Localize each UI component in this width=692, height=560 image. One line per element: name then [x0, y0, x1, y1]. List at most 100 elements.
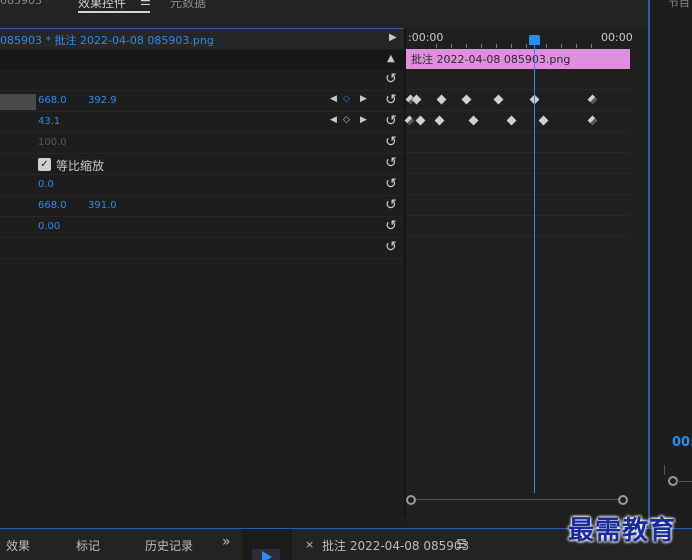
scale-width-row: 100.0 ↺	[0, 133, 404, 154]
reset-icon[interactable]: ↺	[383, 155, 399, 171]
tab-metadata[interactable]: 元数据	[170, 0, 206, 11]
timeline-row	[406, 153, 630, 174]
watermark-logo: 最需教育	[568, 516, 677, 546]
tabs-overflow-icon[interactable]: »	[222, 534, 231, 550]
anchor-x-value[interactable]: 668.0	[38, 200, 67, 211]
uniform-scale-checkbox[interactable]: ✓	[38, 158, 51, 171]
ruler-tick	[496, 44, 497, 48]
keyframe-diamond[interactable]	[538, 115, 549, 126]
next-keyframe-icon[interactable]: ▶	[360, 94, 367, 104]
program-zoom-track	[676, 481, 692, 482]
keyframe-diamond[interactable]	[411, 94, 422, 105]
close-sequence-icon[interactable]: ×	[305, 538, 314, 551]
scrollbar-right-handle[interactable]	[618, 495, 628, 505]
program-scrub-tick	[664, 465, 665, 475]
reset-icon[interactable]: ↺	[383, 197, 399, 213]
anchor-point-row: 668.0 391.0 ↺	[0, 196, 404, 217]
program-timecode[interactable]: 00:	[672, 435, 692, 450]
video-effects-header: ▲	[0, 50, 404, 70]
property-row: ↺	[0, 70, 404, 91]
keyframe-diamond[interactable]	[461, 94, 472, 105]
timeline-row	[406, 69, 630, 90]
position-row: 668.0 392.9 ◀ ◇ ▶ ↺	[0, 91, 404, 112]
keyframe-diamond[interactable]	[415, 115, 426, 126]
ruler-start-time: :00:00	[408, 31, 444, 44]
program-monitor-panel: 节目 00:	[648, 0, 692, 528]
source-clip-label[interactable]: 085903 * 批注 2022-04-08 085903.png	[0, 32, 214, 48]
scroll-up-caret-icon[interactable]: ▲	[387, 53, 395, 64]
property-name-highlight	[0, 94, 36, 110]
reset-icon[interactable]: ↺	[383, 92, 399, 108]
position-y-value[interactable]: 392.9	[88, 95, 117, 106]
keyframe-diamond[interactable]	[506, 115, 517, 126]
ruler-tick	[546, 44, 547, 48]
anchor-y-value[interactable]: 391.0	[88, 200, 117, 211]
sequence-menu-icon[interactable]: ☰	[456, 537, 467, 551]
add-keyframe-icon[interactable]: ◇	[343, 115, 350, 125]
ruler-tick	[481, 44, 482, 48]
keyframe-diamond[interactable]	[493, 94, 504, 105]
active-tab-underline	[78, 11, 150, 13]
keyframe-diamond[interactable]	[468, 115, 479, 126]
playhead-handle[interactable]	[529, 35, 540, 45]
panel-tab-bar: 085903 效果控件 ☰ 元数据	[0, 0, 650, 28]
tab-sequence[interactable]: 批注 2022-04-08 085903	[322, 537, 469, 554]
clip-name-label: 085903	[0, 0, 42, 7]
show-timeline-arrow-icon[interactable]: ▶	[389, 32, 397, 43]
ruler-tick	[576, 44, 577, 48]
tab-history[interactable]: 历史记录	[145, 537, 193, 554]
property-row: ↺	[0, 238, 404, 259]
scale-keyframe-row	[404, 111, 630, 132]
reset-icon[interactable]: ↺	[383, 113, 399, 129]
tab-markers[interactable]: 标记	[76, 537, 100, 554]
add-keyframe-icon[interactable]: ◇	[343, 94, 350, 104]
prev-keyframe-icon[interactable]: ◀	[330, 94, 337, 104]
ruler-tick	[436, 44, 437, 48]
tab-effects[interactable]: 效果	[6, 537, 30, 554]
keyframe-diamond[interactable]	[434, 115, 445, 126]
prev-keyframe-icon[interactable]: ◀	[330, 115, 337, 125]
keyframe-diamond[interactable]	[587, 94, 598, 105]
anti-flicker-value[interactable]: 0.00	[38, 221, 60, 232]
timeline-row	[406, 216, 630, 237]
rotation-value[interactable]: 0.0	[38, 179, 54, 190]
timeline-row	[406, 174, 630, 195]
effect-controls-panel: 085903 * 批注 2022-04-08 085903.png ▶ ▲ ↺ …	[0, 28, 404, 526]
reset-icon[interactable]: ↺	[383, 134, 399, 150]
ruler-tick	[526, 44, 527, 48]
reset-icon[interactable]: ↺	[383, 176, 399, 192]
position-x-value[interactable]: 668.0	[38, 95, 67, 106]
tab-effect-controls[interactable]: 效果控件	[78, 0, 126, 11]
ruler-tick	[511, 44, 512, 48]
scale-value[interactable]: 43.1	[38, 116, 60, 127]
ruler-end-time: 00:00	[601, 31, 633, 44]
position-keyframe-row	[405, 90, 630, 111]
ruler-tick	[466, 44, 467, 48]
next-keyframe-icon[interactable]: ▶	[360, 115, 367, 125]
rotation-row: 0.0 ↺	[0, 175, 404, 196]
time-ruler[interactable]: :00:00 00:00	[406, 28, 634, 48]
clip-bar-label: 批注 2022-04-08 085903.png	[411, 53, 571, 66]
scrollbar-track	[412, 499, 626, 500]
keyframe-diamond[interactable]	[436, 94, 447, 105]
playhead-line[interactable]	[534, 38, 535, 493]
keyframe-diamond[interactable]	[587, 115, 598, 126]
timeline-zoom-scrollbar[interactable]	[406, 492, 634, 506]
timeline-row	[406, 132, 630, 153]
timeline-row	[406, 195, 630, 216]
ruler-tick	[451, 44, 452, 48]
tab-menu-icon[interactable]: ☰	[140, 0, 151, 8]
uniform-scale-row: ✓ 等比缩放 ↺	[0, 154, 404, 175]
keyframe-diamond[interactable]	[404, 115, 415, 126]
program-monitor-tab[interactable]: 节目	[668, 0, 690, 10]
reset-icon[interactable]: ↺	[383, 71, 399, 87]
clip-bar[interactable]: 批注 2022-04-08 085903.png	[406, 49, 630, 69]
uniform-scale-label: 等比缩放	[56, 159, 105, 173]
reset-icon[interactable]: ↺	[383, 239, 399, 255]
scrollbar-left-handle[interactable]	[406, 495, 416, 505]
source-clip-row[interactable]: 085903 * 批注 2022-04-08 085903.png ▶	[0, 29, 404, 49]
selection-arrow-icon	[262, 551, 272, 560]
reset-icon[interactable]: ↺	[383, 218, 399, 234]
ruler-tick	[561, 44, 562, 48]
ruler-tick	[591, 44, 592, 48]
